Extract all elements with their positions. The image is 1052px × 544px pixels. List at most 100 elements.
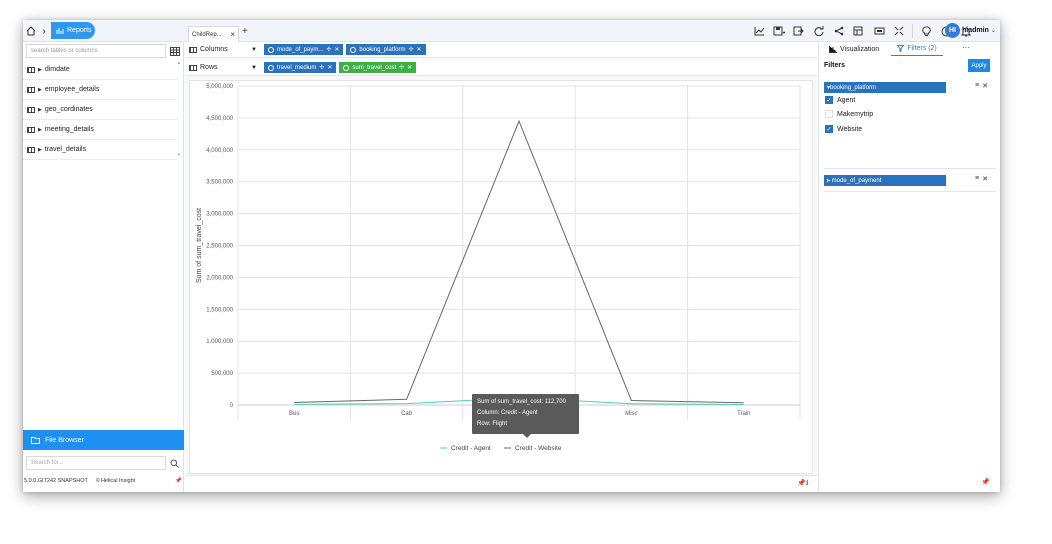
checkbox-checked[interactable]: ✓	[825, 125, 833, 133]
chevron-down-icon: ⌄	[990, 28, 996, 34]
avatar: HI	[945, 23, 960, 38]
lightbulb-icon[interactable]	[919, 24, 933, 38]
right-panel-tabs: Visualization Filters (2)	[819, 42, 1000, 56]
filter-option[interactable]: ✓ Agent	[825, 96, 855, 104]
table-grid-icon[interactable]	[168, 44, 181, 58]
row-pill[interactable]: travel_medium ✢ ✕	[264, 62, 337, 73]
info-icon[interactable]: ℹ	[806, 479, 809, 487]
move-icon[interactable]: ✢	[326, 46, 331, 53]
pill-label: travel_medium	[277, 64, 317, 71]
presentation-icon[interactable]	[872, 24, 886, 38]
export-icon[interactable]	[792, 24, 806, 38]
top-bar: › Reports ChildRep... × + HI hiadmin ⌄	[23, 20, 1000, 42]
share-icon[interactable]	[832, 24, 846, 38]
field-icon	[343, 64, 350, 71]
right-panel: Visualization Filters (2) ··· Filters Ap…	[818, 42, 1000, 492]
layout-icon[interactable]	[852, 24, 866, 38]
caret-right-icon: ▶	[38, 126, 42, 133]
caret-right-icon: ▶	[38, 146, 42, 153]
scrollbar[interactable]: ▲ ▼	[177, 60, 182, 160]
caret-right-icon: ▶	[38, 86, 42, 93]
move-icon[interactable]: ✢	[319, 64, 324, 71]
line-chart-icon[interactable]	[752, 24, 766, 38]
x-tick-label: Misc	[625, 411, 637, 417]
list-item[interactable]: ▶ geo_cordinates	[23, 100, 178, 120]
save-icon[interactable]	[772, 24, 786, 38]
move-icon[interactable]: ✢	[408, 46, 413, 53]
columns-shelf-label: Columns ▼	[185, 46, 261, 53]
file-browser-button[interactable]: File Browser	[23, 430, 184, 450]
rows-label: Rows	[200, 64, 218, 71]
checkbox[interactable]	[825, 110, 833, 118]
field-icon	[268, 46, 274, 53]
filter-option[interactable]: ✓ Website	[825, 125, 862, 133]
add-tab-button[interactable]: +	[242, 26, 248, 37]
column-pill[interactable]: booking_platform ✢ ✕	[346, 44, 426, 55]
y-tick-label: 1,000,000	[206, 339, 233, 345]
scroll-down-icon[interactable]: ▼	[177, 152, 181, 157]
table-icon	[27, 106, 35, 113]
y-tick-label: 2,000,000	[206, 275, 233, 281]
tab-filters[interactable]: Filters (2)	[891, 42, 943, 56]
close-icon[interactable]: ✕	[982, 175, 988, 183]
refresh-icon[interactable]	[812, 24, 826, 38]
measure-pill[interactable]: sum_travel_cost ✢ ✕	[339, 62, 417, 73]
column-pill[interactable]: mode_of_paym... ✢ ✕	[264, 44, 344, 55]
list-item[interactable]: ▶ meeting_details	[23, 120, 178, 140]
list-item[interactable]: ▶ travel_details	[23, 140, 178, 160]
table-icon	[27, 126, 35, 133]
tab-report-label: ChildRep...	[192, 31, 222, 38]
x-tick-label: Bus	[289, 411, 299, 417]
filter-name: ▸ mode_of_payment	[827, 178, 882, 184]
filter-header-mode-of-payment[interactable]: ▸ mode_of_payment	[824, 175, 946, 186]
caret-right-icon: ▶	[38, 106, 42, 113]
menu-icon[interactable]: ≡	[975, 82, 979, 90]
pin-icon[interactable]: 📌	[797, 479, 806, 487]
close-icon[interactable]: ✕	[407, 64, 412, 71]
user-menu[interactable]: HI hiadmin ⌄	[945, 23, 996, 38]
list-item[interactable]: ▶ employee_details	[23, 80, 178, 100]
tab-visualization[interactable]: Visualization	[823, 42, 885, 56]
footer-left: 5.0.0.GIT242 SNAPSHOT © Helical Insight …	[24, 478, 182, 484]
brand-block: © Helical Insight	[96, 478, 135, 484]
table-icon	[27, 86, 35, 93]
fullscreen-icon[interactable]	[892, 24, 906, 38]
filter-option[interactable]: Makemytrip	[825, 110, 873, 118]
search-icon[interactable]	[168, 456, 181, 470]
checkbox-checked[interactable]: ✓	[825, 96, 833, 104]
file-search-input[interactable]: Search for...	[26, 456, 166, 470]
y-tick-label: 1,500,000	[206, 307, 233, 313]
filter-header-booking-platform[interactable]: ▾booking_platform	[824, 82, 946, 93]
breadcrumb-reports[interactable]: Reports	[51, 22, 95, 39]
scroll-up-icon[interactable]: ▲	[177, 60, 181, 65]
y-tick-label: 3,500,000	[206, 180, 233, 186]
filter-tools: ≡ ✕	[975, 82, 988, 90]
chart-area[interactable]: 0 500,000 1,000,000 1,500,000 2,000,000 2,500…	[189, 80, 813, 474]
breadcrumb-reports-label: Reports	[67, 27, 92, 34]
menu-icon[interactable]: ≡	[975, 175, 979, 183]
close-icon[interactable]: ✕	[334, 46, 339, 53]
tab-filters-label: Filters (2)	[907, 45, 937, 52]
pin-icon[interactable]: 📌	[175, 478, 182, 484]
copyright-icon: ©	[95, 478, 100, 484]
caret-down-icon[interactable]: ▼	[251, 65, 257, 71]
columns-shelf: Columns ▼ mode_of_paym... ✢ ✕ booking_plat…	[185, 42, 817, 58]
tab-close-icon[interactable]: ×	[230, 30, 235, 39]
apply-button[interactable]: Apply	[968, 59, 990, 72]
file-browser-label: File Browser	[45, 436, 84, 444]
caret-down-icon[interactable]: ▼	[251, 47, 257, 53]
tab-report[interactable]: ChildRep... ×	[188, 26, 239, 42]
filter-tools: ≡ ✕	[975, 175, 988, 183]
close-icon[interactable]: ✕	[416, 46, 421, 53]
filter-icon	[897, 45, 905, 52]
divider	[824, 168, 996, 169]
close-icon[interactable]: ✕	[982, 82, 988, 90]
field-icon	[350, 46, 357, 53]
close-icon[interactable]: ✕	[327, 64, 332, 71]
table-search-input[interactable]: search tables or columns	[26, 44, 166, 58]
move-icon[interactable]: ✢	[399, 64, 404, 71]
pin-icon[interactable]: 📌	[981, 478, 990, 486]
toolbar: ?	[752, 23, 973, 39]
more-options-icon[interactable]: ···	[962, 43, 970, 52]
list-item[interactable]: ▶ dimdate	[23, 60, 178, 80]
